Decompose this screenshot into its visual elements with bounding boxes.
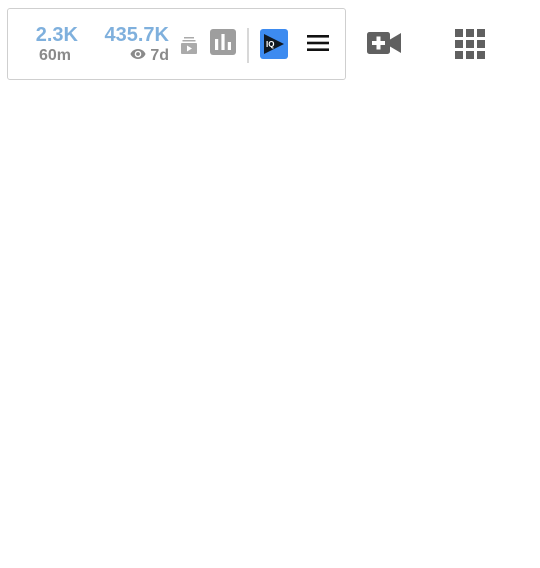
views-period-row: 7d — [90, 46, 169, 66]
subscriptions-icon[interactable] — [181, 37, 197, 54]
subscriber-period: 60m — [38, 47, 72, 64]
apps-grid-icon[interactable] — [455, 29, 485, 64]
video-camera-add-icon[interactable] — [367, 30, 401, 61]
views-period: 7d — [150, 47, 169, 64]
subscriber-count: 2.3K — [35, 24, 78, 46]
iq-logo-text: IQ — [266, 40, 274, 49]
vidiq-stats-toolbar: 2.3K 60m 435.7K 7d IQ — [7, 8, 346, 80]
vidiq-logo-icon[interactable]: IQ — [260, 29, 288, 59]
hamburger-menu-icon[interactable] — [307, 34, 329, 52]
views-count: 435.7K — [104, 24, 170, 46]
views-stat[interactable]: 435.7K 7d — [90, 24, 170, 66]
eye-icon — [130, 46, 146, 66]
bar-chart-icon[interactable] — [210, 29, 236, 55]
toolbar-divider — [247, 28, 249, 63]
subscriber-stat[interactable]: 2.3K 60m — [28, 24, 78, 66]
